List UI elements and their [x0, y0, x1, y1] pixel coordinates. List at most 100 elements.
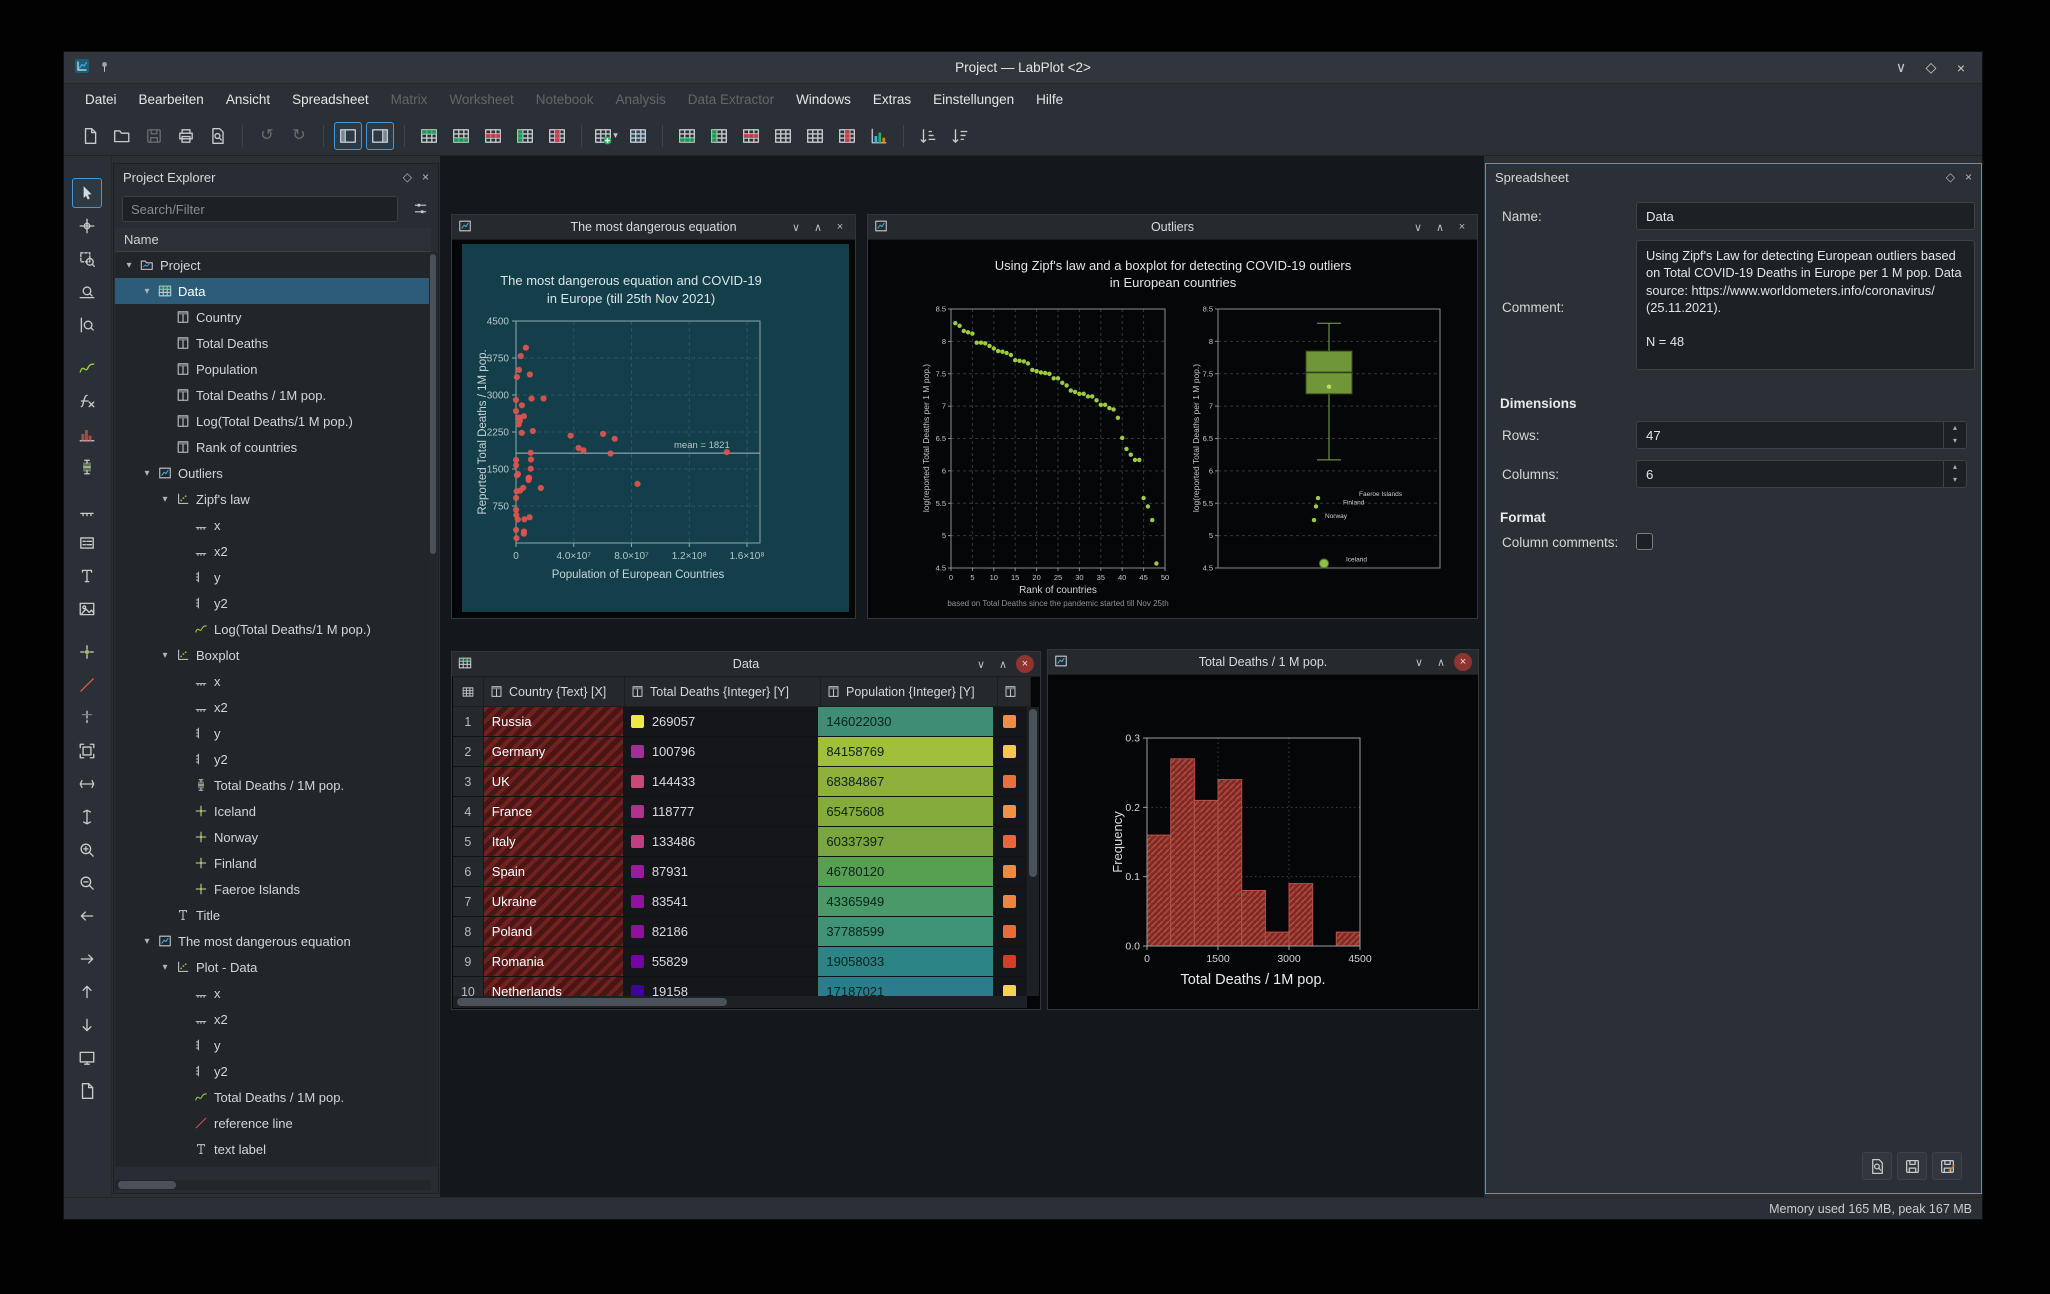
column-header-total-deaths-integer-y[interactable]: Total Deaths {Integer} [Y]	[625, 677, 821, 707]
add-curve-from-formula-tool[interactable]	[72, 386, 102, 416]
table-row[interactable]: 2 Germany 100796 84158769	[453, 737, 1027, 767]
project-explorer-close-icon[interactable]: ×	[422, 170, 429, 184]
total-deaths-cell[interactable]: 87931	[623, 857, 819, 887]
table-row[interactable]: 5 Italy 133486 60337397	[453, 827, 1027, 857]
population-cell[interactable]: 68384867	[818, 767, 995, 797]
tree-item-y[interactable]: y	[115, 564, 431, 590]
row-number-cell[interactable]: 7	[453, 887, 484, 917]
column-comments-checkbox[interactable]	[1636, 533, 1653, 550]
row-number-cell[interactable]: 3	[453, 767, 484, 797]
menu-einstellungen[interactable]: Einstellungen	[922, 83, 1025, 116]
tree-item-total-deaths-1m-pop[interactable]: Total Deaths / 1M pop.	[115, 382, 431, 408]
menu-extras[interactable]: Extras	[862, 83, 922, 116]
maximize-button[interactable]: ◇	[1918, 59, 1944, 76]
auto-scale-x-tool[interactable]	[72, 769, 102, 799]
dangerous-equation-minimize-button[interactable]: ∨	[787, 218, 805, 236]
row-number-cell[interactable]: 6	[453, 857, 484, 887]
tree-item-item[interactable]	[115, 1162, 431, 1167]
total-deaths-cell[interactable]: 133486	[623, 827, 819, 857]
table-horizontal-scrollbar[interactable]	[453, 996, 1027, 1008]
minimize-button[interactable]: ∨	[1888, 59, 1914, 76]
rate-cell[interactable]	[994, 737, 1027, 767]
menu-datei[interactable]: Datei	[74, 83, 128, 116]
redo-button[interactable]: ↻	[285, 122, 313, 150]
table-row[interactable]: 6 Spain 87931 46780120	[453, 857, 1027, 887]
print-preview-button[interactable]	[204, 122, 232, 150]
rate-cell[interactable]	[994, 887, 1027, 917]
search-input[interactable]: Search/Filter	[122, 196, 398, 222]
window-titlebar[interactable]: Project — LabPlot <2> ∨ ◇ ×	[64, 52, 1982, 84]
population-cell[interactable]: 146022030	[818, 707, 995, 737]
dock-float-icon[interactable]: ◇	[1946, 170, 1955, 184]
total-deaths-cell[interactable]: 100796	[623, 737, 819, 767]
tree-item-rank-of-countries[interactable]: Rank of countries	[115, 434, 431, 460]
row-number-cell[interactable]: 2	[453, 737, 484, 767]
expander-icon[interactable]: ▾	[139, 468, 155, 479]
expander-icon[interactable]: ▾	[121, 260, 137, 271]
row-number-cell[interactable]: 5	[453, 827, 484, 857]
histogram-plot-area[interactable]: 0 1500 3000 4500 0.0 0.1 0.2 0.3 Frequency Total …	[1049, 675, 1477, 1008]
tree-vertical-scrollbar[interactable]	[429, 252, 437, 1167]
dock-header[interactable]: Spreadsheet ◇ ×	[1486, 164, 1981, 190]
save-button[interactable]	[1897, 1152, 1927, 1180]
presenter-mode-tool[interactable]	[72, 1043, 102, 1073]
zoom-select-mode-tool[interactable]	[72, 244, 102, 274]
table-row[interactable]: 7 Ukraine 83541 43365949	[453, 887, 1027, 917]
open-project-button[interactable]	[108, 122, 136, 150]
table-row[interactable]: 8 Poland 82186 37788599	[453, 917, 1027, 947]
toggle-project-explorer-button[interactable]	[334, 121, 362, 150]
tree-item-total-deaths[interactable]: Total Deaths	[115, 330, 431, 356]
total-deaths-cell[interactable]: 269057	[623, 707, 819, 737]
clear-rows-button[interactable]	[737, 122, 765, 150]
save-as-button[interactable]	[1932, 1152, 1962, 1180]
new-matrix-button[interactable]	[624, 122, 652, 150]
tree-item-log-total-deaths-1-m-pop[interactable]: Log(Total Deaths/1 M pop.)	[115, 616, 431, 642]
histogram-titlebar[interactable]: Total Deaths / 1 M pop. ∨ ∧ ×	[1048, 650, 1478, 675]
add-xy-curve-tool[interactable]	[72, 353, 102, 383]
dangerous-equation-close-button[interactable]: ×	[831, 218, 849, 236]
rate-cell[interactable]	[994, 827, 1027, 857]
expander-icon[interactable]: ▾	[157, 650, 173, 661]
insert-row-below-button[interactable]	[447, 122, 475, 150]
tree-horizontal-scrollbar[interactable]	[115, 1180, 431, 1190]
outliers-restore-button[interactable]: ∧	[1431, 218, 1449, 236]
add-image-tool[interactable]	[72, 594, 102, 624]
add-reference-line-tool[interactable]	[72, 670, 102, 700]
project-explorer-header[interactable]: Project Explorer ◇ ×	[114, 164, 438, 190]
auto-scale-tool[interactable]	[72, 736, 102, 766]
expander-icon[interactable]: ▾	[157, 494, 173, 505]
column-header-country-text-x[interactable]: Country {Text} [X]	[484, 677, 625, 707]
insert-column-left-button[interactable]	[511, 122, 539, 150]
outliers-close-button[interactable]: ×	[1453, 218, 1471, 236]
project-explorer-float-icon[interactable]: ◇	[403, 170, 412, 184]
scrollbar-handle[interactable]	[457, 998, 727, 1006]
scrollbar-handle[interactable]	[1029, 709, 1037, 877]
country-cell[interactable]: Russia	[483, 707, 624, 737]
remove-columns-toolbar-button[interactable]	[543, 122, 571, 150]
tree-item-total-deaths-1m-pop[interactable]: Total Deaths / 1M pop.	[115, 1084, 431, 1110]
data-spreadsheet-close-button[interactable]: ×	[1016, 655, 1034, 673]
histogram-close-button[interactable]: ×	[1454, 653, 1472, 671]
population-cell[interactable]: 37788599	[818, 917, 995, 947]
rows-spin-up[interactable]: ▴	[1944, 422, 1966, 435]
table-row[interactable]: 1 Russia 269057 146022030	[453, 707, 1027, 737]
shift-right-x-tool[interactable]	[72, 944, 102, 974]
tree-item-x2[interactable]: x2	[115, 1006, 431, 1032]
country-cell[interactable]: Poland	[483, 917, 624, 947]
tree-item-x[interactable]: x	[115, 512, 431, 538]
tree-item-y[interactable]: y	[115, 1032, 431, 1058]
columns-spin-up[interactable]: ▴	[1944, 461, 1966, 474]
menu-bearbeiten[interactable]: Bearbeiten	[128, 83, 215, 116]
tree-item-finland[interactable]: Finland	[115, 850, 431, 876]
tree-item-title[interactable]: Title	[115, 902, 431, 928]
zoom-x-select-mode-tool[interactable]	[72, 277, 102, 307]
add-histogram-tool[interactable]	[72, 419, 102, 449]
country-cell[interactable]: Spain	[483, 857, 624, 887]
tree-item-y2[interactable]: y2	[115, 590, 431, 616]
zoom-y-select-mode-tool[interactable]	[72, 310, 102, 340]
comment-textarea[interactable]: Using Zipf's Law for detecting European …	[1636, 240, 1975, 370]
dangerous-equation-window[interactable]: The most dangerous equation ∨ ∧ × The mo…	[451, 214, 856, 619]
insert-row-above-button[interactable]	[415, 122, 443, 150]
rows-spin-down[interactable]: ▾	[1944, 435, 1966, 448]
table-vertical-scrollbar[interactable]	[1027, 707, 1039, 996]
